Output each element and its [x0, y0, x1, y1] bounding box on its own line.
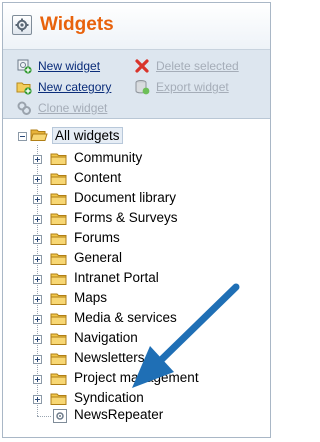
collapse-icon[interactable]: [18, 132, 27, 141]
expand-icon[interactable]: [33, 215, 42, 224]
tree-category-label[interactable]: Document library: [74, 190, 176, 205]
expand-icon[interactable]: [33, 155, 42, 164]
clone-widget-button[interactable]: Clone widget: [16, 100, 107, 116]
expand-icon[interactable]: [33, 255, 42, 264]
panel-header: Widgets: [3, 3, 270, 50]
expand-icon[interactable]: [33, 335, 42, 344]
delete-selected-button[interactable]: Delete selected: [134, 58, 239, 74]
tree-category-label[interactable]: Navigation: [74, 330, 138, 345]
new-category-label: New category: [38, 80, 112, 94]
new-widget-icon: [17, 59, 32, 74]
tree-category-label[interactable]: Maps: [74, 290, 107, 305]
expand-icon[interactable]: [33, 315, 42, 324]
tree-category-label[interactable]: Forums: [74, 230, 120, 245]
expand-icon[interactable]: [33, 195, 42, 204]
tree-category-label[interactable]: Intranet Portal: [74, 270, 159, 285]
export-widget-label: Export widget: [156, 80, 229, 94]
expand-icon[interactable]: [33, 395, 42, 404]
new-category-button[interactable]: New category: [16, 79, 111, 95]
tree-category-label[interactable]: Media & services: [74, 310, 177, 325]
expand-icon[interactable]: [33, 355, 42, 364]
folder-icon: [50, 213, 67, 225]
expand-icon[interactable]: [33, 175, 42, 184]
new-widget-button[interactable]: New widget: [16, 58, 100, 74]
widget-tree: All widgets Community Content Document lib…: [3, 119, 270, 437]
folder-icon: [50, 253, 67, 265]
tree-root-label[interactable]: All widgets: [52, 127, 123, 144]
folder-icon: [50, 153, 67, 165]
tree-widget-label[interactable]: NewsRepeater: [74, 407, 163, 422]
new-category-icon: [16, 82, 32, 95]
clone-icon: [17, 101, 31, 115]
export-icon: [135, 80, 150, 95]
tree-connector: [37, 416, 51, 417]
tree-category-label[interactable]: Community: [74, 150, 142, 165]
folder-icon: [50, 313, 67, 325]
tree-category-label[interactable]: Newsletters: [74, 350, 145, 365]
widget-icon: [53, 409, 67, 423]
actions-toolbar: New widget Delete selected New category: [3, 50, 270, 119]
expand-icon[interactable]: [33, 375, 42, 384]
folder-icon: [50, 233, 67, 245]
folder-icon: [50, 373, 67, 385]
delete-selected-label: Delete selected: [156, 59, 239, 73]
folder-icon: [50, 193, 67, 205]
widget-settings-icon: [12, 15, 32, 35]
expand-icon[interactable]: [33, 235, 42, 244]
folder-open-icon: [30, 129, 48, 141]
expand-icon[interactable]: [33, 275, 42, 284]
tree-category-label[interactable]: Syndication: [74, 390, 144, 405]
tree-category-label[interactable]: Project management: [74, 370, 199, 385]
tree-category-label[interactable]: Content: [74, 170, 121, 185]
folder-icon: [50, 293, 67, 305]
folder-icon: [50, 353, 67, 365]
widgets-panel: Widgets New widget Delete selected New c…: [2, 2, 271, 438]
new-widget-label: New widget: [38, 59, 101, 73]
page-title: Widgets: [40, 14, 114, 35]
tree-category-label[interactable]: Forms & Surveys: [74, 210, 178, 225]
folder-icon: [50, 393, 67, 405]
tree-category-label[interactable]: General: [74, 250, 122, 265]
clone-widget-label: Clone widget: [38, 101, 108, 115]
export-widget-button[interactable]: Export widget: [134, 79, 229, 95]
delete-icon: [135, 59, 149, 73]
expand-icon[interactable]: [33, 295, 42, 304]
folder-icon: [50, 333, 67, 345]
folder-icon: [50, 173, 67, 185]
folder-icon: [50, 273, 67, 285]
